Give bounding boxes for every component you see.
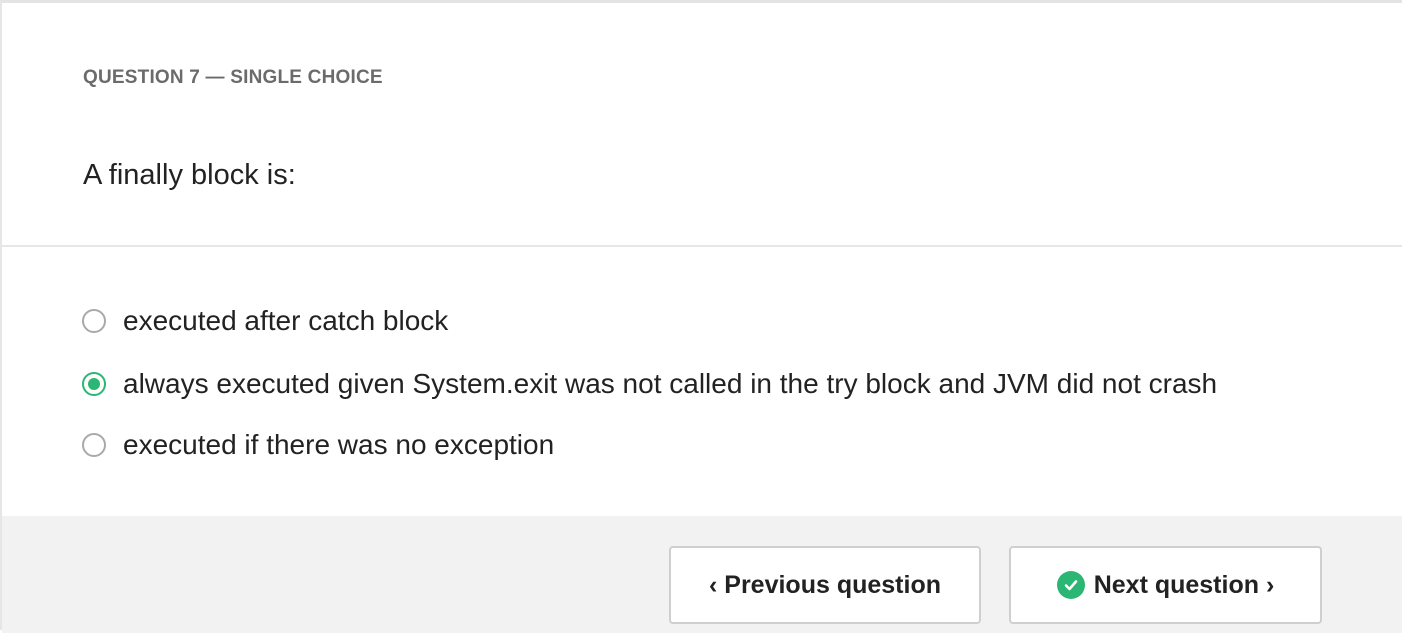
previous-question-button[interactable]: ‹ Previous question <box>669 546 981 624</box>
answer-option-1[interactable]: executed after catch block <box>82 301 448 341</box>
radio-button[interactable] <box>82 309 106 333</box>
navigation-footer: ‹ Previous question Next question › <box>2 516 1402 633</box>
answer-option-label: executed after catch block <box>123 305 449 336</box>
answer-option-label: always executed given System.exit was no… <box>123 368 1218 399</box>
radio-button[interactable] <box>82 433 106 457</box>
answer-options: executed after catch block always execut… <box>2 249 1402 514</box>
answer-option-3[interactable]: executed if there was no exception <box>82 425 554 465</box>
question-text: A finally block is: <box>83 159 296 191</box>
question-header: QUESTION 7 — SINGLE CHOICE A finally blo… <box>2 3 1402 247</box>
next-question-button[interactable]: Next question › <box>1009 546 1322 624</box>
next-question-label: Next question › <box>1093 570 1275 599</box>
question-card: QUESTION 7 — SINGLE CHOICE A finally blo… <box>0 0 1402 633</box>
question-type-label: QUESTION 7 — SINGLE CHOICE <box>83 67 383 88</box>
previous-question-label: ‹ Previous question <box>709 570 941 599</box>
check-circle-icon <box>1056 571 1085 599</box>
answer-option-label: executed if there was no exception <box>123 429 555 460</box>
answer-option-2[interactable]: always executed given System.exit was no… <box>82 364 1217 404</box>
radio-button-selected[interactable] <box>82 372 106 396</box>
